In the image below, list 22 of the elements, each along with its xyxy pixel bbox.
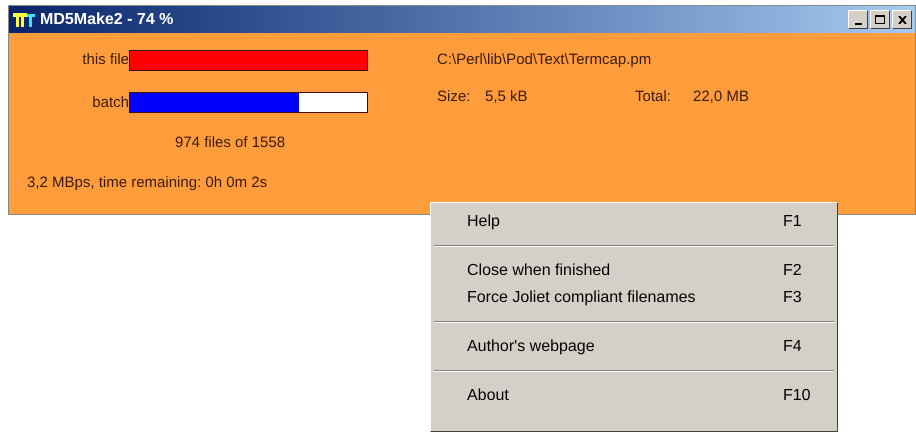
menu-item[interactable]: Force Joliet compliant filenames F3 [431,284,837,311]
total-value: 22,0 MB [693,86,749,106]
total-label: Total: [635,86,672,106]
transfer-status: 3,2 MBps, time remaining: 0h 0m 2s [27,172,268,192]
size-value: 5,5 kB [485,86,529,106]
progress-label: this file [81,50,129,70]
progress-label: batch [91,92,129,112]
menu-item[interactable]: Close when finished F2 [431,257,837,284]
minimize-button[interactable] [848,10,868,29]
maximize-button[interactable] [870,10,890,29]
app-icon [12,10,36,28]
menu-item[interactable]: About F10 [431,382,837,409]
close-button[interactable] [892,10,912,29]
maximize-icon [875,15,885,24]
window-title: MD5Make2 - 74 % [40,10,174,30]
size-label: Size: [437,86,472,106]
menu-item[interactable]: Help F1 [431,208,837,235]
close-icon [898,16,906,24]
menu-item[interactable]: Author's webpage F4 [431,333,837,360]
file-count: 974 files of 1558 [175,133,286,153]
minimize-icon [854,23,862,25]
file-path: C:\Perl\lib\Pod\Text\Termcap.pm [437,50,652,70]
